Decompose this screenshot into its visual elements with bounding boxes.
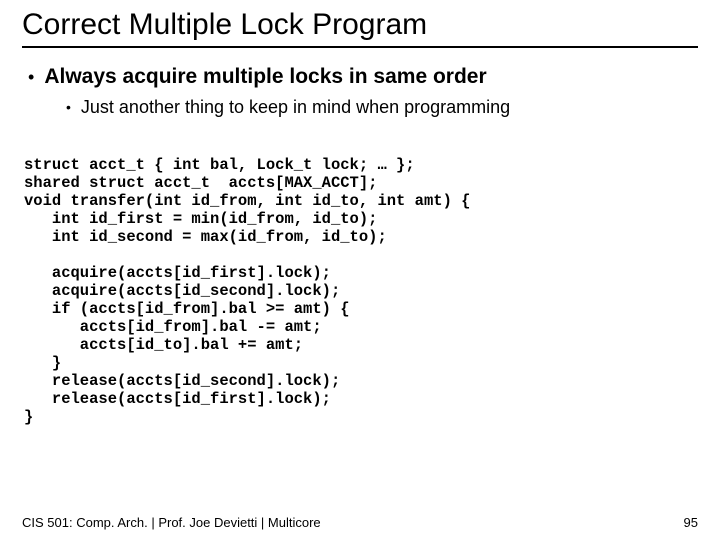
code-block: struct acct_t { int bal, Lock_t lock; … … xyxy=(24,156,698,426)
slide-title: Correct Multiple Lock Program xyxy=(22,8,698,42)
bullet-level1: • Always acquire multiple locks in same … xyxy=(22,64,698,90)
footer-left: CIS 501: Comp. Arch. | Prof. Joe Deviett… xyxy=(22,515,321,530)
bullet-dot: • xyxy=(28,64,34,90)
bullet-dot: • xyxy=(66,96,71,118)
page-number: 95 xyxy=(684,515,698,530)
bullet-text-l1: Always acquire multiple locks in same or… xyxy=(44,64,486,90)
bullet-level2: • Just another thing to keep in mind whe… xyxy=(66,96,698,118)
bullet-text-l2: Just another thing to keep in mind when … xyxy=(81,96,510,118)
title-rule xyxy=(22,46,698,48)
slide: Correct Multiple Lock Program • Always a… xyxy=(0,0,720,540)
